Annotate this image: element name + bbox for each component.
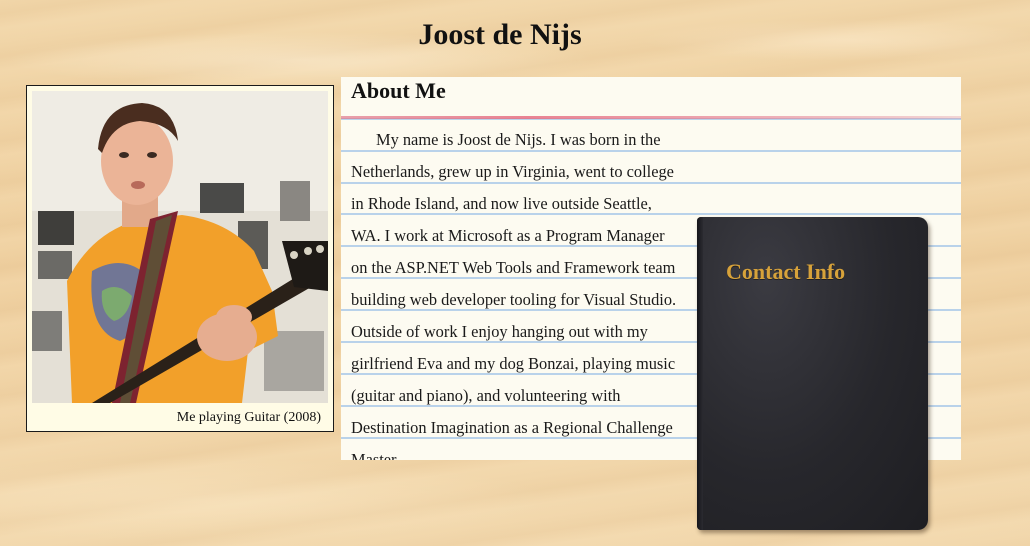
contact-info-heading[interactable]: Contact Info xyxy=(726,259,845,285)
about-me-paragraph: My name is Joost de Nijs. I was born in … xyxy=(351,130,677,460)
contact-info-book[interactable]: Contact Info xyxy=(697,217,928,530)
profile-photo xyxy=(32,91,328,403)
photo-card: Me playing Guitar (2008) xyxy=(26,85,334,432)
page-title: Joost de Nijs xyxy=(418,18,582,51)
photo-caption: Me playing Guitar (2008) xyxy=(176,410,321,425)
about-me-heading: About Me xyxy=(351,78,446,103)
